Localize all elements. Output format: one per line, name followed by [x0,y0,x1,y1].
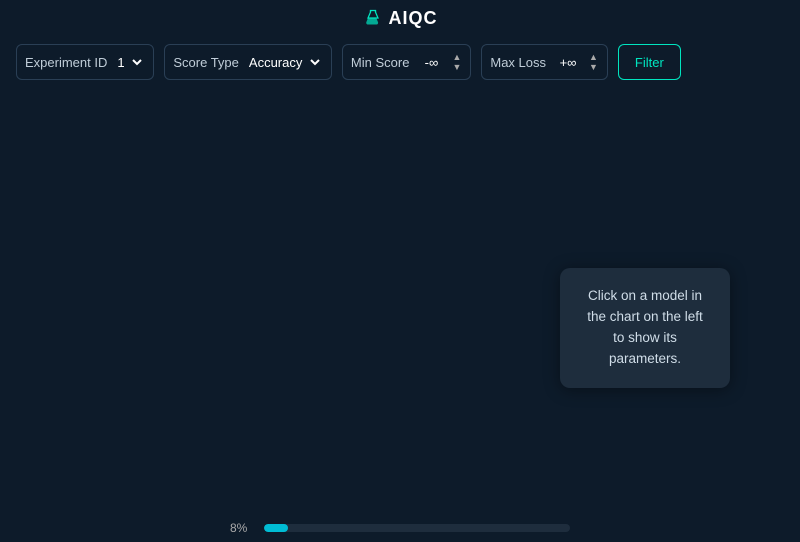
min-score-spin-buttons: ▲ ▼ [451,53,462,72]
app-title: AIQC [389,8,438,29]
main-content: Click on a model in the chart on the lef… [0,88,800,514]
min-score-up-button[interactable]: ▲ [451,53,462,62]
max-loss-group: Max Loss ▲ ▼ [481,44,608,80]
progress-label: 8% [230,521,258,535]
experiment-id-select[interactable]: 1 2 3 [113,54,145,71]
score-type-group: Score Type Accuracy F1 AUC RMSE [164,44,332,80]
min-score-input[interactable] [413,55,449,70]
progress-container: 8% [230,521,570,535]
experiment-id-label: Experiment ID [25,55,107,70]
max-loss-input[interactable] [550,55,586,70]
filter-button[interactable]: Filter [618,44,681,80]
score-type-select[interactable]: Accuracy F1 AUC RMSE [245,54,323,71]
max-loss-up-button[interactable]: ▲ [588,53,599,62]
app-logo: AIQC [363,8,438,29]
tooltip-text: Click on a model in the chart on the lef… [587,288,703,366]
max-loss-label: Max Loss [490,55,546,70]
app-header: AIQC [0,0,800,36]
toolbar: Experiment ID 1 2 3 Score Type Accuracy … [0,36,800,88]
min-score-group: Min Score ▲ ▼ [342,44,471,80]
min-score-label: Min Score [351,55,410,70]
score-type-label: Score Type [173,55,239,70]
max-loss-spin-buttons: ▲ ▼ [588,53,599,72]
progress-bar-area: 8% [0,514,800,542]
max-loss-down-button[interactable]: ▼ [588,63,599,72]
experiment-id-group: Experiment ID 1 2 3 [16,44,154,80]
min-score-spin: ▲ ▼ [413,53,462,72]
progress-bar-background [264,524,570,532]
max-loss-spin: ▲ ▼ [550,53,599,72]
progress-bar-fill [264,524,288,532]
flask-icon [363,8,383,28]
min-score-down-button[interactable]: ▼ [451,63,462,72]
tooltip-box: Click on a model in the chart on the lef… [560,268,730,388]
